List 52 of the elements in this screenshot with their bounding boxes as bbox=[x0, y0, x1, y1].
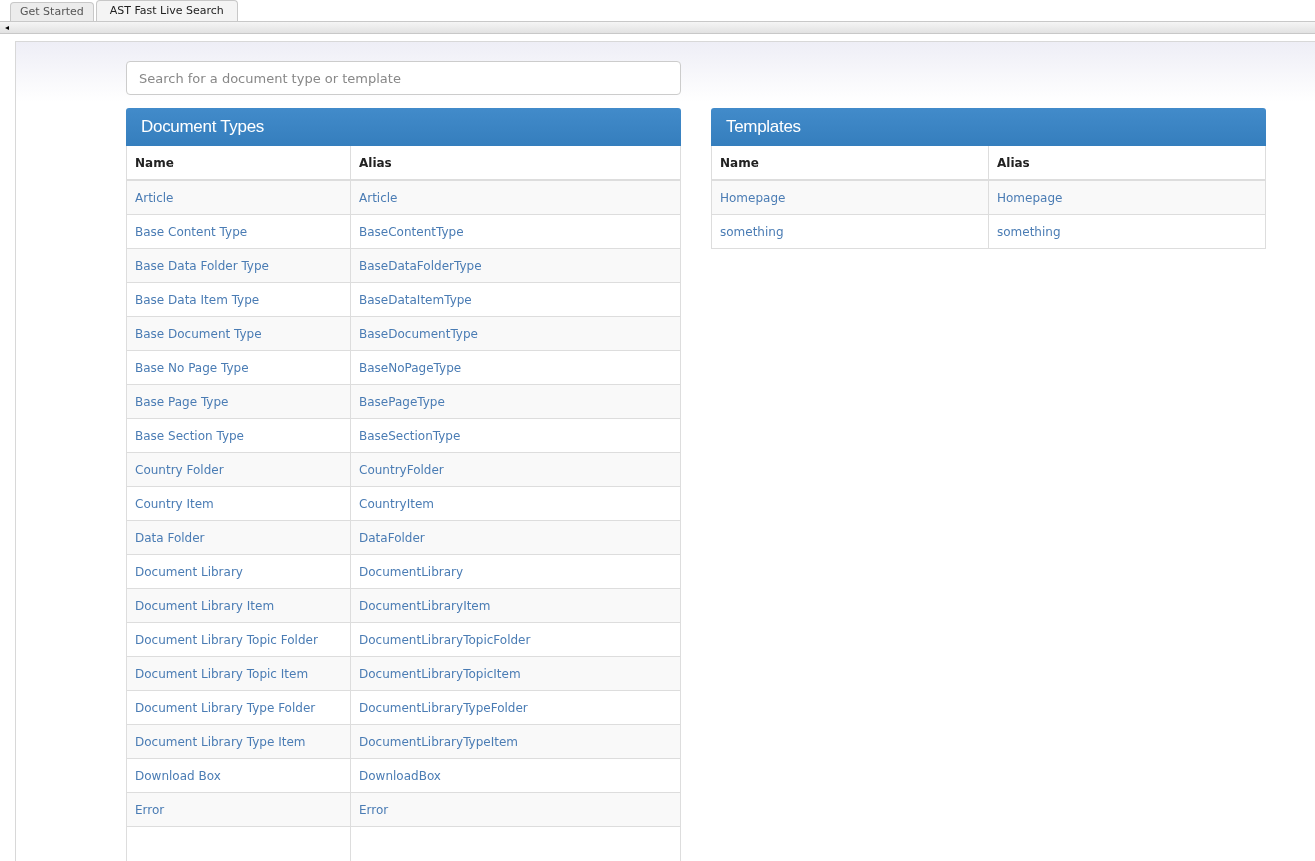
table-link[interactable]: BaseNoPageType bbox=[359, 358, 462, 377]
panel-header: Document Types bbox=[126, 108, 681, 146]
table-link[interactable]: DocumentLibraryTopicItem bbox=[359, 664, 521, 683]
table-link[interactable]: BaseDataFolderType bbox=[359, 256, 482, 275]
table-link[interactable]: BasePageType bbox=[359, 392, 445, 411]
table-link[interactable]: DocumentLibraryTypeItem bbox=[359, 732, 518, 751]
table-link[interactable]: DocumentLibrary bbox=[359, 562, 464, 581]
table-link[interactable]: something bbox=[997, 222, 1061, 241]
panel-header: Templates bbox=[711, 108, 1266, 146]
table-link[interactable]: BaseSectionType bbox=[359, 426, 461, 445]
table-link[interactable]: Data Folder bbox=[135, 528, 205, 547]
table-link[interactable]: something bbox=[720, 222, 784, 241]
table-link[interactable]: Base Section Type bbox=[135, 426, 244, 445]
table-link[interactable]: Homepage bbox=[997, 188, 1063, 207]
table-link[interactable]: Base Page Type bbox=[135, 392, 229, 411]
table-link[interactable]: Base Content Type bbox=[135, 222, 248, 241]
column-header: Alias bbox=[358, 154, 393, 172]
table-link[interactable]: Country Item bbox=[135, 494, 214, 513]
table-link[interactable]: CountryItem bbox=[359, 494, 434, 513]
table-link[interactable]: Base Data Folder Type bbox=[135, 256, 269, 275]
table-link[interactable]: DownloadBox bbox=[359, 766, 441, 785]
table-link[interactable]: Country Folder bbox=[135, 460, 224, 479]
table-link[interactable]: DocumentLibraryTopicFolder bbox=[359, 630, 531, 649]
column-header: Name bbox=[127, 146, 351, 179]
table-link[interactable]: Document Library bbox=[135, 562, 243, 581]
table-link[interactable]: Base No Page Type bbox=[135, 358, 249, 377]
table-link[interactable]: Document Library Topic Item bbox=[135, 664, 309, 683]
table-link[interactable]: BaseDataItemType bbox=[359, 290, 472, 309]
table-link[interactable]: Error bbox=[135, 800, 165, 819]
table-link[interactable]: DocumentLibraryTypeFolder bbox=[359, 698, 528, 717]
table-link[interactable]: Document Library Type Folder bbox=[135, 698, 316, 717]
table-link[interactable]: Download Box bbox=[135, 766, 221, 785]
table-link[interactable]: Document Library Item bbox=[135, 596, 275, 615]
column-header: Name bbox=[712, 146, 989, 179]
table-link[interactable]: Document Library Type Item bbox=[135, 732, 306, 751]
table-link[interactable]: DocumentLibraryItem bbox=[359, 596, 491, 615]
column-header: Alias bbox=[996, 154, 1031, 172]
table-link[interactable]: Base Document Type bbox=[135, 324, 262, 343]
tab[interactable]: AST Fast Live Search bbox=[95, 0, 238, 21]
table-link[interactable]: BaseContentType bbox=[359, 222, 464, 241]
tab[interactable]: Get Started bbox=[10, 2, 94, 21]
table-link[interactable]: BaseDocumentType bbox=[359, 324, 478, 343]
table-link[interactable]: Article bbox=[359, 188, 398, 207]
table-link[interactable]: CountryFolder bbox=[359, 460, 444, 479]
collapse-arrow-icon[interactable]: ◂ bbox=[5, 23, 9, 32]
search-field[interactable]: Search for a document type or template bbox=[126, 61, 681, 95]
table-link[interactable]: Article bbox=[135, 188, 174, 207]
table-link[interactable]: Base Data Item Type bbox=[135, 290, 260, 309]
table-link[interactable]: Error bbox=[359, 800, 389, 819]
table-link[interactable]: Document Library Topic Folder bbox=[135, 630, 318, 649]
table-link[interactable]: Homepage bbox=[720, 188, 786, 207]
table-link[interactable]: DataFolder bbox=[359, 528, 425, 547]
